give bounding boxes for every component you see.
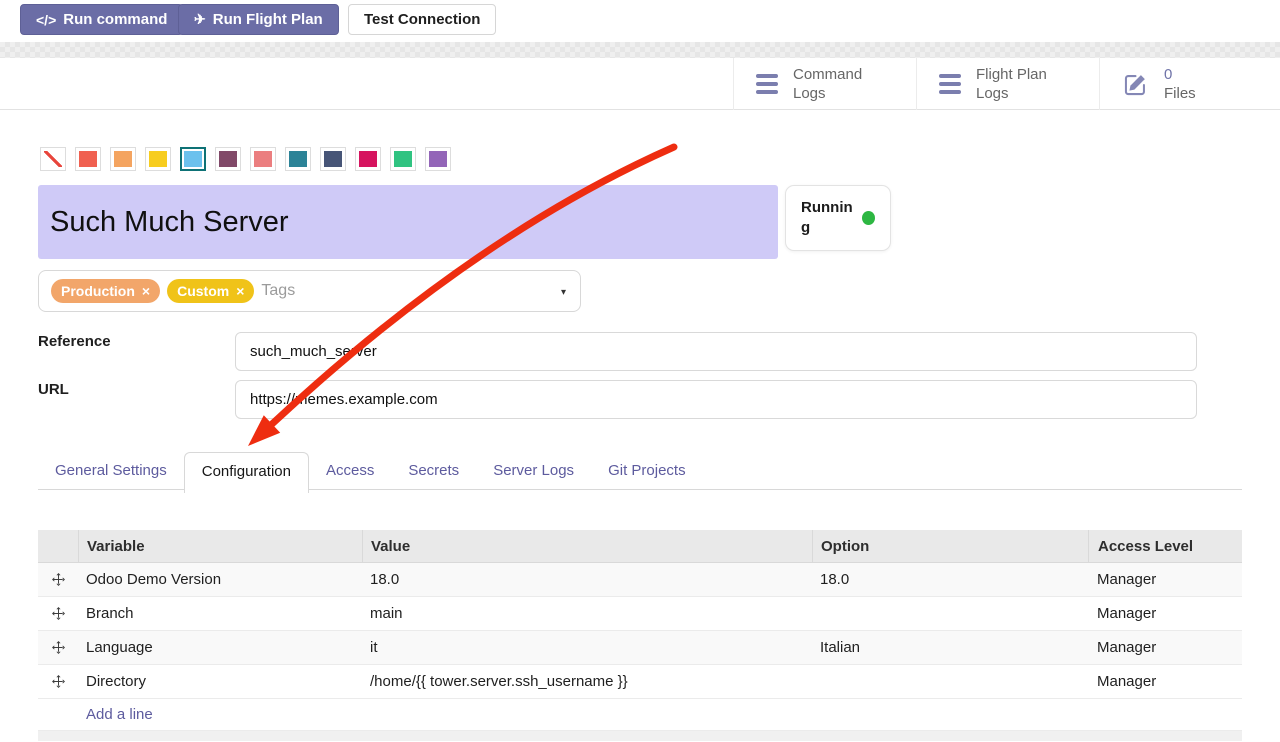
color-picker xyxy=(40,147,451,171)
drag-handle-icon[interactable] xyxy=(52,675,65,688)
cell-option: Italian xyxy=(812,639,1088,656)
col-header-option: Option xyxy=(812,530,1088,562)
tab-git-projects[interactable]: Git Projects xyxy=(591,452,703,489)
reference-input[interactable] xyxy=(235,332,1197,371)
run-flight-plan-label: Run Flight Plan xyxy=(213,11,323,28)
cell-variable: Odoo Demo Version xyxy=(78,571,362,588)
list-icon xyxy=(756,74,778,94)
table-row[interactable]: Odoo Demo Version 18.0 18.0 Manager xyxy=(38,563,1242,597)
url-input[interactable] xyxy=(235,380,1197,419)
cell-access-level: Manager xyxy=(1088,639,1242,656)
configuration-table: Variable Value Option Access Level Odoo … xyxy=(38,530,1242,741)
cell-option: 18.0 xyxy=(812,571,1088,588)
tab-server-logs[interactable]: Server Logs xyxy=(476,452,591,489)
status-dot xyxy=(862,211,875,225)
cell-variable: Directory xyxy=(78,673,362,690)
col-header-access-level: Access Level xyxy=(1088,530,1242,562)
flight-plan-logs-button[interactable]: Flight Plan Logs xyxy=(916,58,1099,110)
drag-handle-icon[interactable] xyxy=(52,607,65,620)
color-swatch-yellow[interactable] xyxy=(145,147,171,171)
reference-label: Reference xyxy=(38,333,111,350)
tag-production-label: Production xyxy=(61,283,135,299)
color-swatch-orange[interactable] xyxy=(110,147,136,171)
flight-plan-logs-label-line2: Logs xyxy=(976,84,1047,103)
files-label: Files xyxy=(1164,84,1196,103)
server-form-page: </> Run command ✈ Run Flight Plan Test C… xyxy=(0,0,1280,742)
list-icon xyxy=(939,74,961,94)
cell-access-level: Manager xyxy=(1088,571,1242,588)
add-a-line-link[interactable]: Add a line xyxy=(38,699,1242,731)
cell-value: main xyxy=(362,605,812,622)
test-connection-label: Test Connection xyxy=(364,11,480,28)
table-row[interactable]: Language it Italian Manager xyxy=(38,631,1242,665)
status-card: Running xyxy=(785,185,891,251)
stat-bar: Command Logs Flight Plan Logs 0 Files xyxy=(0,58,1280,110)
cell-access-level: Manager xyxy=(1088,605,1242,622)
color-swatch-none[interactable] xyxy=(40,147,66,171)
table-row[interactable]: Directory /home/{{ tower.server.ssh_user… xyxy=(38,665,1242,699)
col-header-value: Value xyxy=(362,530,812,562)
color-swatch-teal[interactable] xyxy=(285,147,311,171)
tag-production[interactable]: Production × xyxy=(51,279,160,303)
tab-secrets[interactable]: Secrets xyxy=(391,452,476,489)
command-logs-button[interactable]: Command Logs xyxy=(733,58,916,110)
drag-handle-icon[interactable] xyxy=(52,573,65,586)
color-swatch-red[interactable] xyxy=(75,147,101,171)
color-swatch-green[interactable] xyxy=(390,147,416,171)
code-icon: </> xyxy=(36,12,56,28)
cell-value: /home/{{ tower.server.ssh_username }} xyxy=(362,673,812,690)
divider-strip xyxy=(0,42,1280,58)
table-row[interactable]: Branch main Manager xyxy=(38,597,1242,631)
table-header-row: Variable Value Option Access Level xyxy=(38,530,1242,563)
server-name-field[interactable]: Such Much Server xyxy=(38,185,778,259)
edit-icon xyxy=(1122,71,1149,98)
color-swatch-dark-purple[interactable] xyxy=(215,147,241,171)
color-swatch-raspberry[interactable] xyxy=(355,147,381,171)
tab-configuration[interactable]: Configuration xyxy=(184,452,309,493)
tags-field[interactable]: Production × Custom × Tags ▾ xyxy=(38,270,581,312)
plane-icon: ✈ xyxy=(194,11,206,28)
files-button[interactable]: 0 Files xyxy=(1099,58,1280,110)
remove-tag-icon[interactable]: × xyxy=(142,284,150,298)
run-command-button[interactable]: </> Run command xyxy=(20,4,183,35)
chevron-down-icon[interactable]: ▾ xyxy=(561,287,566,298)
url-label: URL xyxy=(38,381,69,398)
files-count: 0 xyxy=(1164,65,1196,84)
notebook-tabs: General Settings Configuration Access Se… xyxy=(38,452,1242,490)
flight-plan-logs-label-line1: Flight Plan xyxy=(976,65,1047,84)
command-logs-label-line1: Command xyxy=(793,65,862,84)
tab-access[interactable]: Access xyxy=(309,452,391,489)
cell-value: 18.0 xyxy=(362,571,812,588)
run-command-label: Run command xyxy=(63,11,167,28)
test-connection-button[interactable]: Test Connection xyxy=(348,4,496,35)
cell-variable: Language xyxy=(78,639,362,656)
tab-general-settings[interactable]: General Settings xyxy=(38,452,184,489)
cell-variable: Branch xyxy=(78,605,362,622)
color-swatch-purple[interactable] xyxy=(425,147,451,171)
remove-tag-icon[interactable]: × xyxy=(236,284,244,298)
drag-handle-icon[interactable] xyxy=(52,641,65,654)
cell-value: it xyxy=(362,639,812,656)
tag-custom[interactable]: Custom × xyxy=(167,279,254,303)
col-header-variable: Variable xyxy=(78,530,362,562)
tags-placeholder: Tags xyxy=(261,282,295,300)
color-swatch-salmon[interactable] xyxy=(250,147,276,171)
cell-access-level: Manager xyxy=(1088,673,1242,690)
table-footer-strip xyxy=(38,731,1242,741)
server-name-text: Such Much Server xyxy=(50,206,289,239)
tag-custom-label: Custom xyxy=(177,283,229,299)
color-swatch-navy[interactable] xyxy=(320,147,346,171)
status-label: Running xyxy=(801,198,853,238)
command-logs-label-line2: Logs xyxy=(793,84,862,103)
color-swatch-light-blue-selected[interactable] xyxy=(180,147,206,171)
run-flight-plan-button[interactable]: ✈ Run Flight Plan xyxy=(178,4,339,35)
